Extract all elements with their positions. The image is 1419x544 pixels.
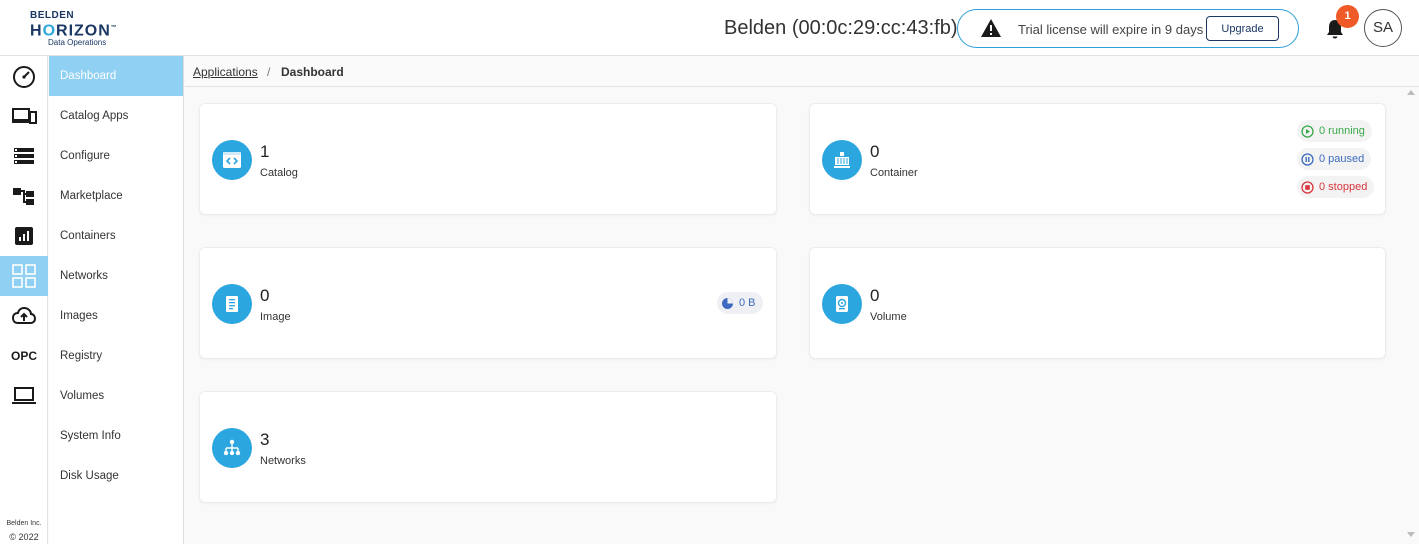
image-size-pill: 0 B	[717, 292, 763, 314]
logo-line-2: HORIZON™	[30, 21, 120, 40]
container-label: Container	[870, 167, 918, 179]
paused-count: 0 paused	[1319, 153, 1365, 165]
rail-devices[interactable]	[0, 96, 48, 136]
menu-item-marketplace[interactable]: Marketplace	[49, 176, 183, 216]
container-ship-icon	[834, 152, 850, 168]
scroll-down-arrow[interactable]	[1407, 532, 1415, 537]
copyright-year: © 2022	[9, 532, 39, 542]
stopped-status-pill: 0 stopped	[1297, 176, 1375, 198]
logo-rizon: RIZON	[56, 22, 111, 40]
catalog-card[interactable]: 1 Catalog	[199, 103, 777, 215]
volume-label: Volume	[870, 311, 907, 323]
belden-horizon-logo[interactable]: BELDEN HORIZON™ Data Operations	[30, 10, 120, 48]
menu-item-system-info[interactable]: System Info	[49, 416, 183, 456]
user-avatar[interactable]: SA	[1364, 9, 1402, 47]
license-message: Trial license will expire in 9 days	[1018, 22, 1204, 37]
devices-icon	[12, 108, 37, 124]
upgrade-button[interactable]: Upgrade	[1206, 16, 1279, 41]
image-label: Image	[260, 311, 291, 323]
breadcrumb-current: Dashboard	[281, 65, 344, 79]
breadcrumb: Applications / Dashboard	[185, 56, 1419, 87]
list-icon	[14, 148, 34, 164]
breadcrumb-applications-link[interactable]: Applications	[193, 65, 258, 79]
logo-line-1: BELDEN	[30, 10, 75, 21]
image-size: 0 B	[739, 297, 756, 309]
warning-icon	[981, 19, 1001, 37]
opc-label: OPC	[10, 349, 37, 363]
license-banner: Trial license will expire in 9 days Upgr…	[957, 9, 1299, 48]
grid-icon	[12, 264, 36, 288]
menu-item-networks[interactable]: Networks	[49, 256, 183, 296]
rail-laptop[interactable]	[0, 376, 48, 416]
breadcrumb-separator: /	[267, 65, 271, 79]
cloud-upload-icon	[11, 306, 37, 324]
menu-item-images[interactable]: Images	[49, 296, 183, 336]
topology-icon	[13, 188, 34, 205]
rail-list[interactable]	[0, 136, 48, 176]
menu-item-disk-usage[interactable]: Disk Usage	[49, 456, 183, 496]
device-title: Belden (00:0c:29:cc:43:fb)	[724, 17, 958, 39]
image-count: 0	[260, 286, 270, 305]
rail-applications[interactable]	[0, 256, 48, 296]
running-status-pill: 0 running	[1297, 120, 1372, 142]
laptop-icon	[12, 387, 36, 404]
networks-card[interactable]: 3 Networks	[199, 391, 777, 503]
play-circle-icon	[1301, 124, 1314, 138]
applications-menu: Dashboard Catalog Apps Configure Marketp…	[49, 56, 184, 544]
image-file-icon	[226, 296, 238, 312]
container-icon-circle	[822, 140, 862, 180]
menu-item-dashboard[interactable]: Dashboard	[49, 56, 183, 96]
container-count: 0	[870, 142, 880, 161]
icon-rail: OPC Belden Inc. © 2022	[0, 56, 48, 544]
top-header: BELDEN HORIZON™ Data Operations Belden (…	[0, 0, 1419, 56]
image-icon-circle	[212, 284, 252, 324]
container-card[interactable]: 0 Container 0 running 0 paused 0 stopped	[809, 103, 1386, 215]
pie-chart-icon	[722, 297, 733, 309]
scroll-up-arrow[interactable]	[1407, 90, 1415, 95]
notification-badge[interactable]: 1	[1336, 5, 1359, 28]
volume-card[interactable]: 0 Volume	[809, 247, 1386, 359]
networks-icon-circle	[212, 428, 252, 468]
menu-item-configure[interactable]: Configure	[49, 136, 183, 176]
logo-o: O	[42, 22, 57, 40]
networks-label: Networks	[260, 455, 306, 467]
catalog-label: Catalog	[260, 167, 298, 179]
rail-opc[interactable]: OPC	[0, 336, 48, 376]
rail-dashboard[interactable]	[0, 56, 48, 96]
running-count: 0 running	[1319, 125, 1365, 137]
hard-drive-icon	[836, 296, 848, 312]
rail-topology[interactable]	[0, 176, 48, 216]
volume-icon-circle	[822, 284, 862, 324]
network-tree-icon	[223, 439, 241, 456]
menu-item-registry[interactable]: Registry	[49, 336, 183, 376]
bar-chart-icon	[15, 227, 33, 245]
stop-circle-icon	[1301, 180, 1314, 194]
catalog-icon-circle	[212, 140, 252, 180]
image-card[interactable]: 0 Image 0 B	[199, 247, 777, 359]
volume-count: 0	[870, 286, 880, 305]
menu-item-catalog-apps[interactable]: Catalog Apps	[49, 96, 183, 136]
copyright-company: Belden Inc.	[6, 520, 42, 527]
rail-cloud[interactable]	[0, 296, 48, 336]
menu-item-volumes[interactable]: Volumes	[49, 376, 183, 416]
speedometer-icon	[13, 66, 35, 88]
paused-status-pill: 0 paused	[1297, 148, 1372, 170]
catalog-count: 1	[260, 142, 270, 161]
stopped-count: 0 stopped	[1319, 181, 1368, 193]
logo-line-3: Data Operations	[48, 38, 107, 48]
pause-circle-icon	[1301, 152, 1314, 166]
menu-item-containers[interactable]: Containers	[49, 216, 183, 256]
rail-stats[interactable]	[0, 216, 48, 256]
networks-count: 3	[260, 430, 270, 449]
logo-tm: ™	[110, 25, 118, 31]
logo-h: H	[30, 22, 43, 40]
code-window-icon	[223, 152, 241, 168]
